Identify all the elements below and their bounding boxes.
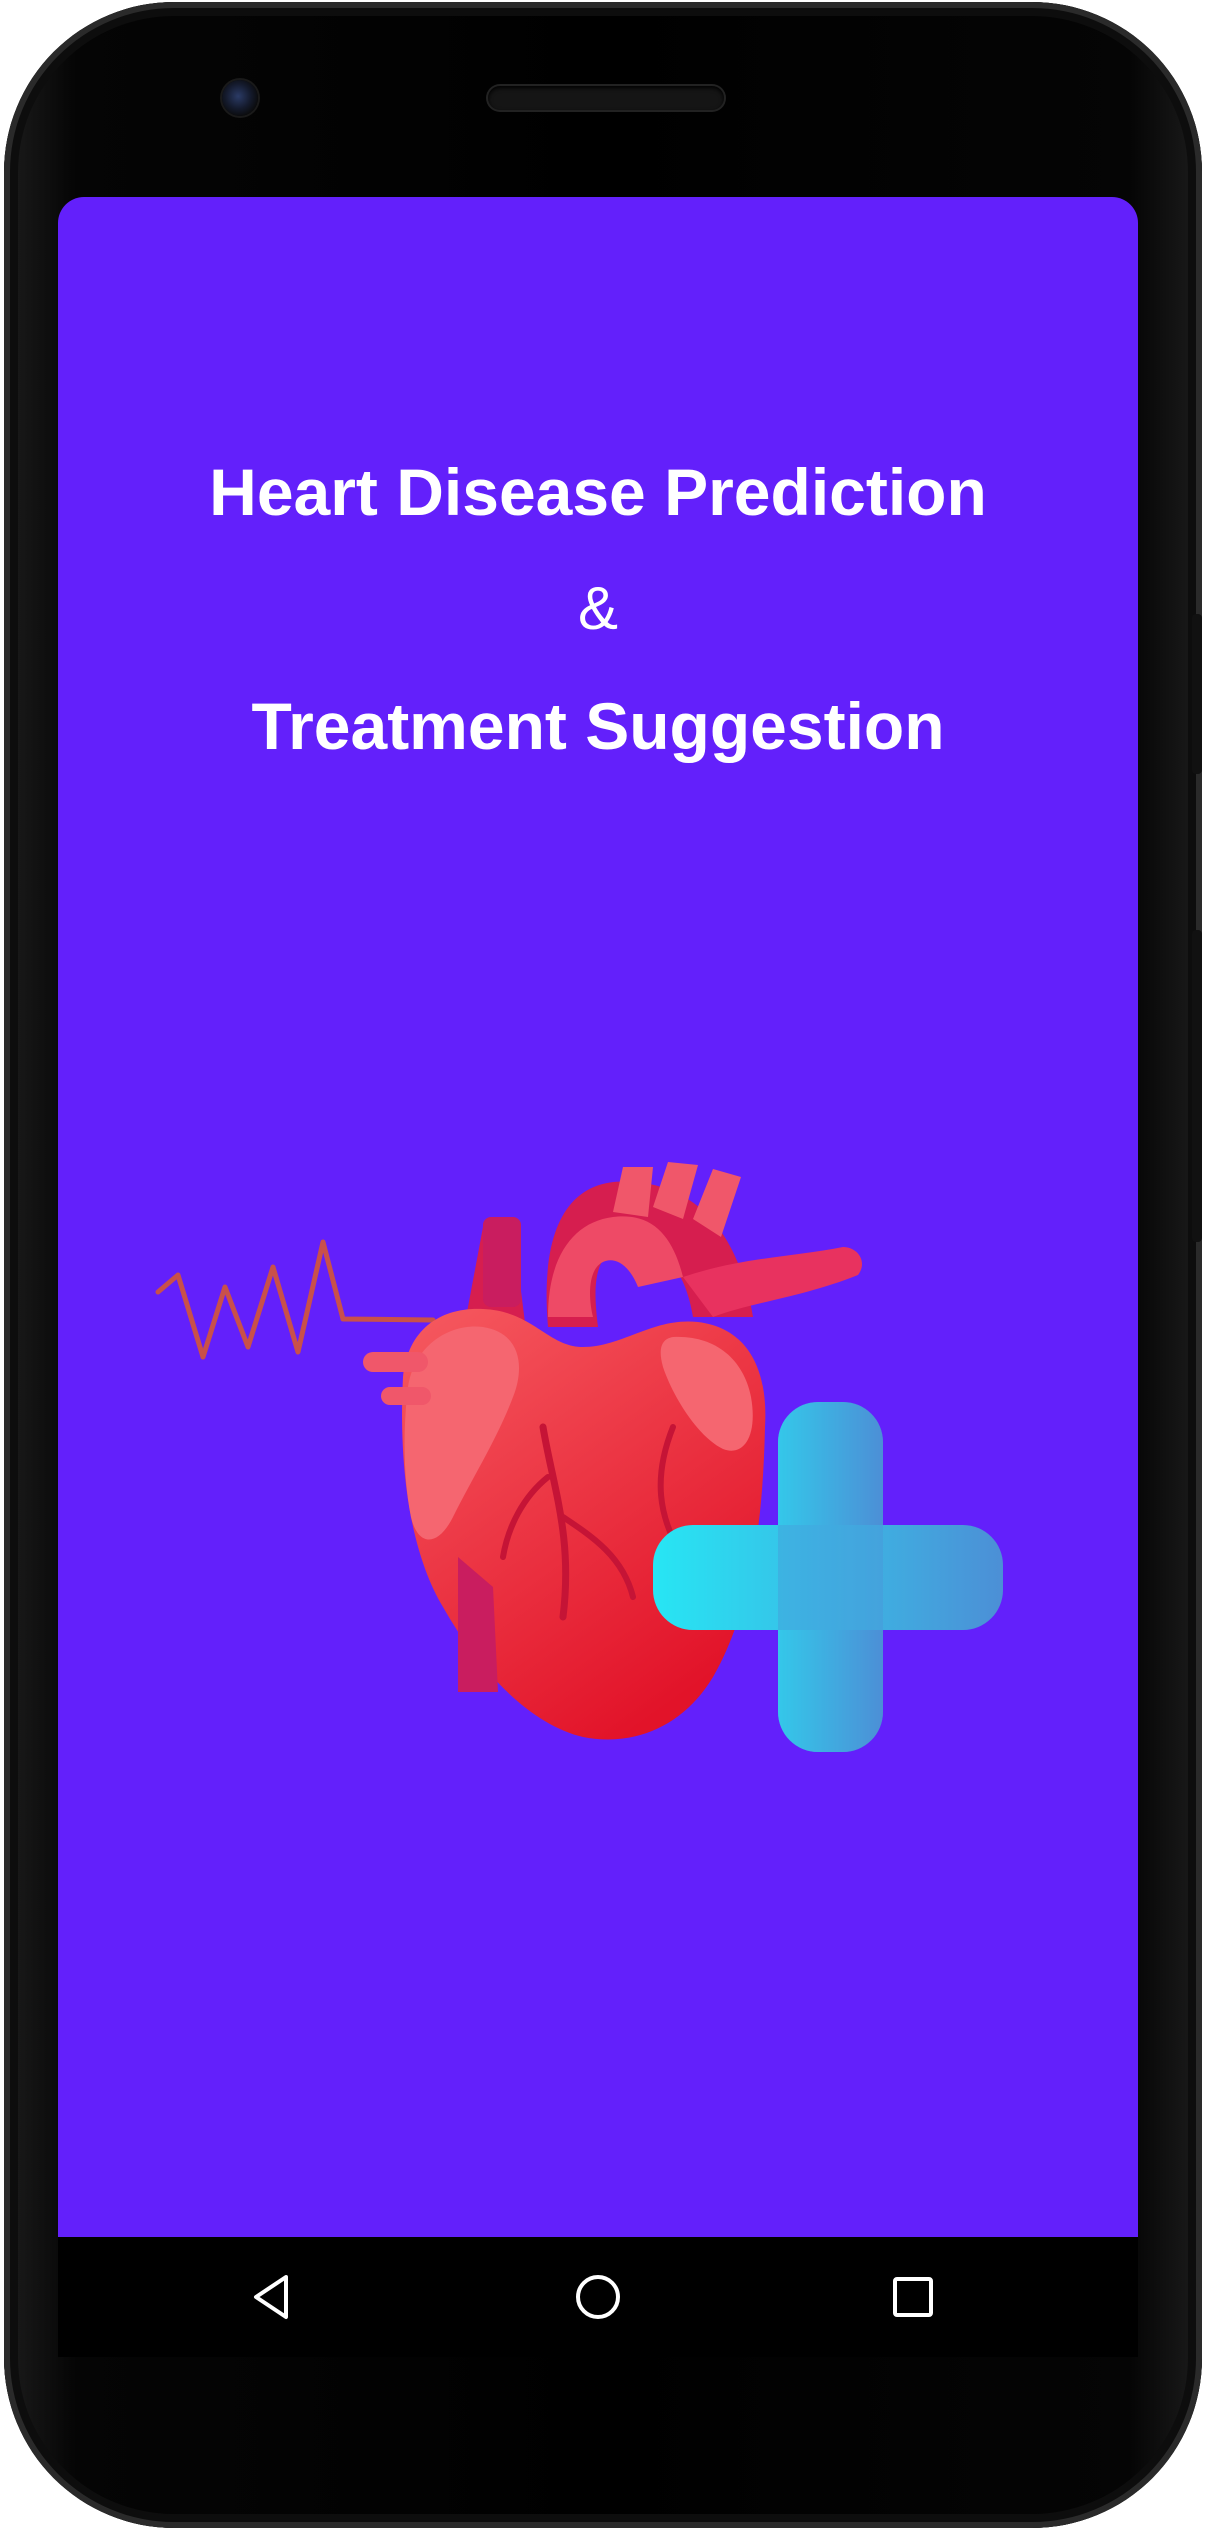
recents-button[interactable] xyxy=(883,2267,943,2327)
back-button[interactable] xyxy=(242,2267,302,2327)
triangle-back-icon xyxy=(254,2275,288,2319)
power-button xyxy=(1192,614,1202,774)
home-button[interactable] xyxy=(568,2267,628,2327)
app-title-line-2: Treatment Suggestion xyxy=(251,689,945,763)
splash-screen: Heart Disease Prediction & Treatment Sug… xyxy=(58,197,1138,2237)
android-navigation-bar xyxy=(58,2237,1138,2357)
circle-home-icon xyxy=(576,2275,620,2319)
earpiece-speaker xyxy=(488,86,724,110)
heart-illustration xyxy=(155,1162,1003,1752)
square-recents-icon xyxy=(893,2277,933,2317)
front-camera-icon xyxy=(222,80,258,116)
pulse-line-icon xyxy=(155,1239,436,1360)
volume-button xyxy=(1192,930,1202,1242)
app-title-line-1: Heart Disease Prediction xyxy=(209,455,987,529)
app-title-ampersand: & xyxy=(577,575,619,642)
